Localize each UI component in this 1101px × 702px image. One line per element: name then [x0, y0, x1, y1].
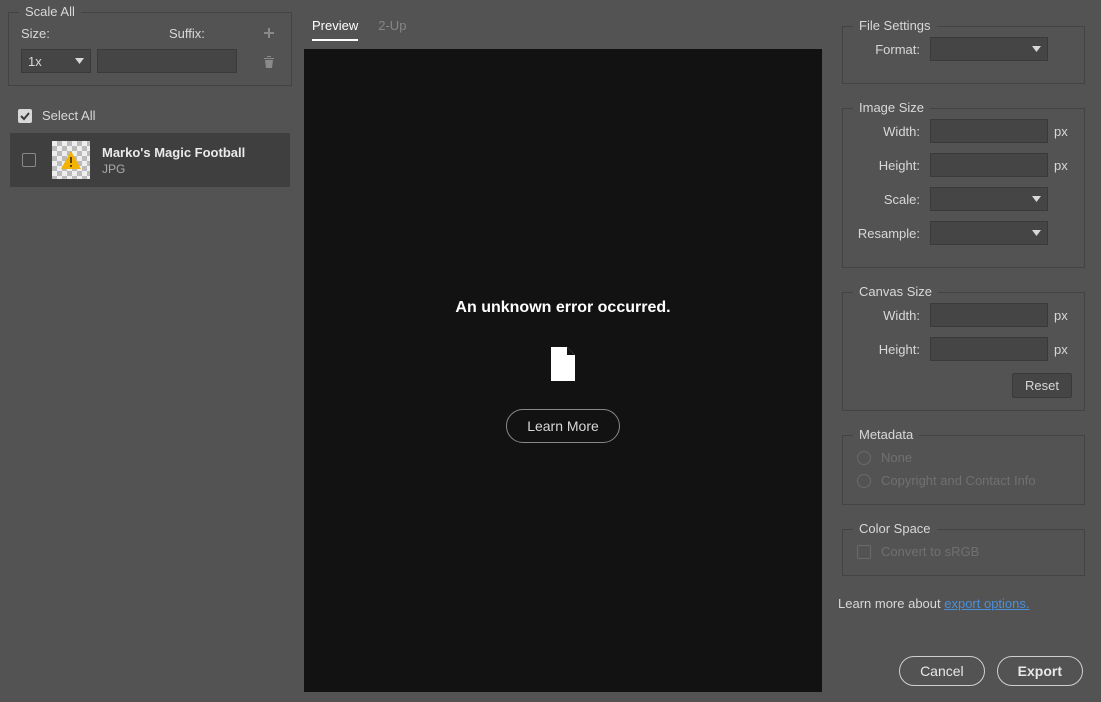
scale-dropdown[interactable] — [930, 187, 1048, 211]
colorspace-title: Color Space — [853, 521, 937, 536]
unit-px: px — [1048, 342, 1072, 357]
cancel-button[interactable]: Cancel — [899, 656, 985, 686]
metadata-title: Metadata — [853, 427, 919, 442]
metadata-copyright-option: Copyright and Contact Info — [855, 469, 1072, 492]
scale-all-title: Scale All — [19, 4, 81, 19]
add-scale-button[interactable] — [259, 23, 279, 43]
suffix-label: Suffix: — [169, 26, 241, 41]
size-value: 1x — [28, 54, 42, 69]
cvs-width-input[interactable] — [930, 303, 1048, 327]
checkbox-icon — [857, 545, 871, 559]
select-all-label: Select All — [42, 108, 95, 123]
delete-scale-button[interactable] — [259, 51, 279, 71]
chevron-down-icon — [1032, 196, 1041, 202]
asset-checkbox[interactable] — [22, 153, 36, 167]
asset-title: Marko's Magic Football — [102, 145, 245, 160]
img-width-label: Width: — [855, 124, 930, 139]
chevron-down-icon — [75, 58, 84, 64]
img-height-input[interactable] — [930, 153, 1048, 177]
chevron-down-icon — [1032, 230, 1041, 236]
file-settings-title: File Settings — [853, 18, 937, 33]
unit-px: px — [1048, 308, 1072, 323]
colorspace-panel: Color Space Convert to sRGB — [842, 529, 1085, 576]
convert-srgb-option: Convert to sRGB — [855, 540, 1072, 563]
resample-dropdown[interactable] — [930, 221, 1048, 245]
format-label: Format: — [855, 42, 930, 57]
size-label: Size: — [21, 26, 93, 41]
cvs-height-label: Height: — [855, 342, 930, 357]
reset-button[interactable]: Reset — [1012, 373, 1072, 398]
radio-icon — [857, 474, 871, 488]
img-scale-label: Scale: — [855, 192, 930, 207]
metadata-none-option: None — [855, 446, 1072, 469]
asset-format: JPG — [102, 162, 245, 176]
file-settings-panel: File Settings Format: — [842, 26, 1085, 84]
select-all-checkbox[interactable] — [18, 109, 32, 123]
img-width-input[interactable] — [930, 119, 1048, 143]
suffix-input[interactable] — [97, 49, 237, 73]
unit-px: px — [1048, 124, 1072, 139]
image-size-title: Image Size — [853, 100, 930, 115]
warning-icon — [60, 150, 82, 170]
cvs-height-input[interactable] — [930, 337, 1048, 361]
format-dropdown[interactable] — [930, 37, 1048, 61]
radio-icon — [857, 451, 871, 465]
scale-all-panel: Scale All Size: Suffix: 1x — [8, 12, 292, 86]
file-icon — [549, 347, 577, 381]
select-all-row[interactable]: Select All — [0, 98, 300, 133]
unit-px: px — [1048, 158, 1072, 173]
export-button[interactable]: Export — [997, 656, 1083, 686]
error-message: An unknown error occurred. — [455, 299, 670, 317]
image-size-panel: Image Size Width: px Height: px Scale: R… — [842, 108, 1085, 268]
metadata-none-label: None — [881, 450, 912, 465]
resample-label: Resample: — [855, 226, 930, 241]
canvas-size-panel: Canvas Size Width: px Height: px Reset — [842, 292, 1085, 411]
convert-srgb-label: Convert to sRGB — [881, 544, 979, 559]
asset-thumbnail — [52, 141, 90, 179]
metadata-copyright-label: Copyright and Contact Info — [881, 473, 1036, 488]
tab-preview[interactable]: Preview — [312, 16, 358, 41]
learn-more-button[interactable]: Learn More — [506, 409, 620, 443]
tab-2up[interactable]: 2-Up — [378, 16, 406, 41]
metadata-panel: Metadata None Copyright and Contact Info — [842, 435, 1085, 505]
canvas-size-title: Canvas Size — [853, 284, 938, 299]
preview-area: An unknown error occurred. Learn More — [304, 49, 822, 692]
learn-more-row: Learn more about export options. — [834, 588, 1093, 619]
asset-item[interactable]: Marko's Magic Football JPG — [10, 133, 290, 187]
learn-more-prefix: Learn more about — [838, 596, 944, 611]
chevron-down-icon — [1032, 46, 1041, 52]
export-options-link[interactable]: export options. — [944, 596, 1029, 611]
cvs-width-label: Width: — [855, 308, 930, 323]
img-height-label: Height: — [855, 158, 930, 173]
size-dropdown[interactable]: 1x — [21, 49, 91, 73]
